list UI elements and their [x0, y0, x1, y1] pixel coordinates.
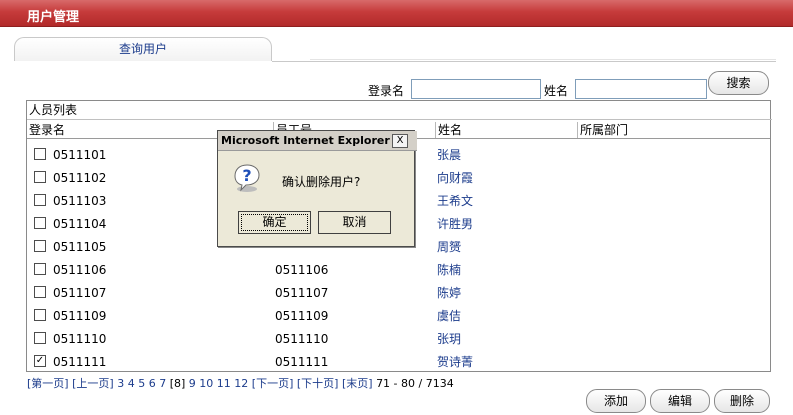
row-name-link[interactable]: 周赟: [437, 238, 461, 255]
row-checkbox[interactable]: [34, 309, 46, 321]
delete-button[interactable]: 删除: [714, 389, 770, 413]
row-name-link[interactable]: 张玥: [437, 330, 461, 347]
table-row: 0511107 0511107 陈婷: [27, 281, 770, 304]
pager-info: 71 - 80 / 7134: [376, 377, 454, 390]
row-name-link[interactable]: 陈楠: [437, 261, 461, 278]
cancel-button[interactable]: 取消: [318, 211, 391, 234]
tab-bar: 查询用户: [14, 37, 776, 63]
row-employee-id: 0511111: [275, 355, 329, 369]
dialog-message: 确认删除用户?: [282, 175, 361, 189]
row-name-link[interactable]: 王希文: [437, 192, 473, 209]
row-login: 0511105: [53, 240, 107, 254]
pager-page[interactable]: 4: [128, 377, 135, 390]
row-checkbox[interactable]: [34, 240, 46, 252]
row-employee-id: 0511106: [275, 263, 329, 277]
login-name-label: 登录名: [368, 84, 405, 98]
close-icon[interactable]: X: [392, 134, 408, 148]
row-login: 0511101: [53, 148, 107, 162]
row-name-link[interactable]: 许胜男: [437, 215, 473, 232]
row-login: 0511107: [53, 286, 107, 300]
svg-text:?: ?: [242, 166, 251, 185]
pager-next[interactable]: [下一页]: [252, 377, 294, 390]
pager-page[interactable]: 7: [159, 377, 166, 390]
row-name-link[interactable]: 张晨: [437, 146, 461, 163]
name-label: 姓名: [544, 84, 569, 98]
pager-current: [8]: [169, 377, 186, 390]
search-button[interactable]: 搜索: [708, 71, 769, 95]
pager-next10[interactable]: [下十页]: [297, 377, 339, 390]
table-row: ✓ 0511111 0511111 贺诗菁: [27, 350, 770, 373]
row-name-link[interactable]: 向财霞: [437, 169, 473, 186]
row-checkbox-checked[interactable]: ✓: [34, 355, 46, 367]
tab-divider: [272, 61, 776, 62]
row-checkbox[interactable]: [34, 194, 46, 206]
row-name-link[interactable]: 虞佶: [437, 307, 461, 324]
pager-first[interactable]: [第一页]: [27, 377, 69, 390]
row-checkbox[interactable]: [34, 332, 46, 344]
pager-page[interactable]: 12: [234, 377, 248, 390]
row-login: 0511103: [53, 194, 107, 208]
name-input[interactable]: [575, 79, 707, 99]
table-row: 0511106 0511106 陈楠: [27, 258, 770, 281]
row-checkbox[interactable]: [34, 217, 46, 229]
login-name-input[interactable]: [411, 79, 541, 99]
pager-page[interactable]: 9: [189, 377, 196, 390]
header-bar: 用户管理: [0, 0, 793, 27]
ok-button[interactable]: 确定: [238, 211, 311, 234]
pager-page[interactable]: 5: [138, 377, 145, 390]
page-title: 用户管理: [27, 10, 80, 25]
question-icon: ?: [232, 163, 262, 193]
row-employee-id: 0511109: [275, 309, 329, 323]
column-header-department[interactable]: 所属部门: [577, 122, 770, 138]
confirm-dialog: Microsoft Internet Explorer X ? 确认删除用户? …: [217, 130, 417, 247]
row-checkbox[interactable]: [34, 286, 46, 298]
pager-page[interactable]: 10: [199, 377, 213, 390]
row-employee-id: 0511107: [275, 286, 329, 300]
row-checkbox[interactable]: [34, 171, 46, 183]
row-name-link[interactable]: 陈婷: [437, 284, 461, 301]
pager-page[interactable]: 6: [149, 377, 156, 390]
table-row: 0511110 0511110 张玥: [27, 327, 770, 350]
row-login: 0511104: [53, 217, 107, 231]
edit-button[interactable]: 编辑: [650, 389, 710, 413]
pager-page[interactable]: 3: [117, 377, 124, 390]
column-header-name[interactable]: 姓名: [435, 122, 578, 138]
row-login: 0511111: [53, 355, 107, 369]
dialog-title: Microsoft Internet Explorer: [218, 131, 417, 151]
pager-prev[interactable]: [上一页]: [72, 377, 114, 390]
row-login: 0511110: [53, 332, 107, 346]
table-row: 0511109 0511109 虞佶: [27, 304, 770, 327]
pager-last[interactable]: [末页]: [342, 377, 373, 390]
pager-page[interactable]: 11: [217, 377, 231, 390]
pagination: [第一页] [上一页] 3 4 5 6 7 [8] 9 10 11 12 [下一…: [27, 375, 454, 391]
row-login: 0511109: [53, 309, 107, 323]
row-name-link[interactable]: 贺诗菁: [437, 353, 473, 370]
row-login: 0511106: [53, 263, 107, 277]
row-checkbox[interactable]: [34, 263, 46, 275]
row-checkbox[interactable]: [34, 148, 46, 160]
tab-query-users[interactable]: 查询用户: [14, 37, 272, 61]
tab-divider-light: [310, 59, 776, 60]
user-list-title: 人员列表: [27, 101, 772, 120]
row-login: 0511102: [53, 171, 107, 185]
row-employee-id: 0511110: [275, 332, 329, 346]
add-button[interactable]: 添加: [586, 389, 646, 413]
